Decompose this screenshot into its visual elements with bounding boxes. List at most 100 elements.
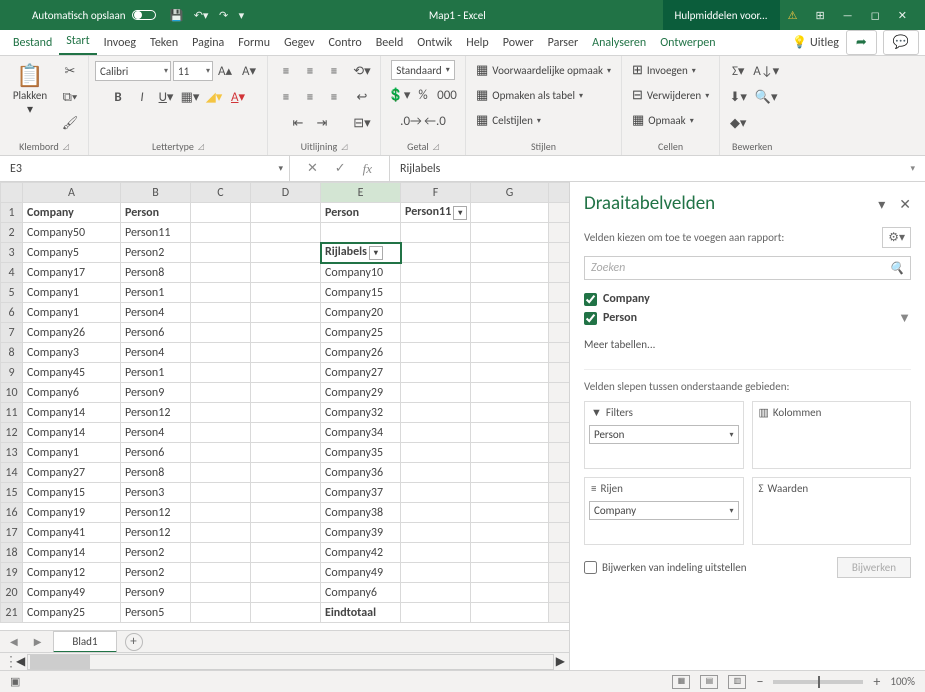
cell[interactable]: Company26 [321,343,401,363]
find-select-icon[interactable]: 🔍▾ [754,86,778,108]
cell[interactable]: Person4 [121,343,191,363]
shrink-font-icon[interactable]: A▾ [237,60,261,82]
row-header[interactable]: 19 [1,563,23,583]
number-format-select[interactable]: Standaard▾ [391,60,454,80]
cell[interactable]: Person12 [121,523,191,543]
filter-chip[interactable]: Person▾ [589,425,739,444]
tab-file[interactable]: Bestand [6,31,59,55]
cell[interactable]: Person4 [121,303,191,323]
cell[interactable] [191,343,251,363]
cell[interactable] [471,463,549,483]
cell[interactable]: Company34 [321,423,401,443]
cell[interactable]: Person12 [121,403,191,423]
cell[interactable]: Company12 [23,563,121,583]
italic-button[interactable]: I [130,86,154,108]
values-area[interactable]: ΣWaarden [752,477,912,545]
cell[interactable]: Company15 [321,283,401,303]
cell[interactable] [471,583,549,603]
paste-button[interactable]: 📋 Plakken ▾ [6,60,54,117]
autosave-toggle[interactable]: Automatisch opslaan [32,9,156,22]
cell[interactable] [471,403,549,423]
field-item[interactable]: Company [584,290,911,308]
cell[interactable]: Company49 [23,583,121,603]
fill-color-button[interactable]: ◢▾ [202,86,226,108]
gear-icon[interactable]: ⚙▾ [882,227,911,248]
cell[interactable]: Company1 [23,443,121,463]
cell[interactable] [251,503,321,523]
cell[interactable]: Company29 [321,383,401,403]
cell[interactable]: Person1 [121,363,191,383]
undo-icon[interactable]: ↶▾ [194,9,209,22]
comments-button[interactable]: 💬 [883,30,919,55]
cell[interactable] [401,403,471,423]
cell[interactable] [401,383,471,403]
increase-decimal-icon[interactable]: .0→ [399,110,423,132]
row-header[interactable]: 18 [1,543,23,563]
cell[interactable] [401,443,471,463]
cell[interactable]: Person [321,203,401,223]
cell[interactable] [251,443,321,463]
cell[interactable] [191,223,251,243]
cell[interactable] [471,203,549,223]
cell[interactable]: Company25 [321,323,401,343]
indent-increase-icon[interactable]: ⇥ [310,112,334,134]
cell[interactable] [191,563,251,583]
cell[interactable] [251,523,321,543]
zoom-level[interactable]: 100% [890,675,915,688]
tab-review[interactable]: Contro [321,31,368,55]
font-size-select[interactable]: 11▾ [173,61,213,81]
cell[interactable]: Company26 [23,323,121,343]
cell[interactable]: Person9 [121,383,191,403]
tab-home[interactable]: Start [59,29,96,55]
cell[interactable] [471,363,549,383]
cell[interactable]: Person4 [121,423,191,443]
cell[interactable] [191,263,251,283]
cell[interactable] [191,203,251,223]
cell[interactable] [471,343,549,363]
cell[interactable]: Company27 [321,363,401,383]
row-header[interactable]: 21 [1,603,23,623]
cell[interactable] [471,263,549,283]
cell[interactable] [191,423,251,443]
rows-area[interactable]: ≡Rijen Company▾ [584,477,744,545]
cell[interactable]: Person12 [121,503,191,523]
row-header[interactable]: 15 [1,483,23,503]
cell[interactable]: Person6 [121,323,191,343]
autosum-icon[interactable]: Σ▾ [726,60,750,82]
cell[interactable]: Company27 [23,463,121,483]
cell[interactable]: Company6 [23,383,121,403]
align-center-icon[interactable]: ≡ [298,86,322,108]
page-layout-view-icon[interactable]: ▤ [700,675,718,689]
cell[interactable]: Person1 [121,283,191,303]
record-macro-icon[interactable]: ▣ [10,675,20,688]
save-icon[interactable]: 💾 [170,9,184,22]
font-color-button[interactable]: A▾ [226,86,250,108]
cell[interactable] [401,303,471,323]
decrease-decimal-icon[interactable]: ←.0 [423,110,447,132]
col-header[interactable]: D [251,183,321,203]
tab-formulas[interactable]: Formu [231,31,277,55]
field-checkbox[interactable] [584,293,597,306]
fill-icon[interactable]: ⬇▾ [726,86,750,108]
cell[interactable]: Person8 [121,463,191,483]
zoom-in-button[interactable]: + [873,673,880,690]
percent-icon[interactable]: % [411,84,435,106]
cell[interactable] [251,583,321,603]
cell[interactable] [191,583,251,603]
cell[interactable]: Company50 [23,223,121,243]
row-header[interactable]: 17 [1,523,23,543]
cell[interactable] [401,323,471,343]
row-header[interactable]: 10 [1,383,23,403]
cell[interactable] [191,283,251,303]
row-header[interactable]: 9 [1,363,23,383]
redo-icon[interactable]: ↷ [219,9,228,22]
cell[interactable] [251,203,321,223]
cell[interactable] [471,243,549,263]
cell[interactable]: Person2 [121,243,191,263]
close-icon[interactable]: ✕ [898,9,907,22]
new-sheet-button[interactable]: + [125,633,143,651]
cell[interactable] [471,383,549,403]
cell-styles-button[interactable]: ▦Celstijlen▾ [472,110,545,131]
border-button[interactable]: ▦▾ [178,86,202,108]
cell[interactable] [251,303,321,323]
